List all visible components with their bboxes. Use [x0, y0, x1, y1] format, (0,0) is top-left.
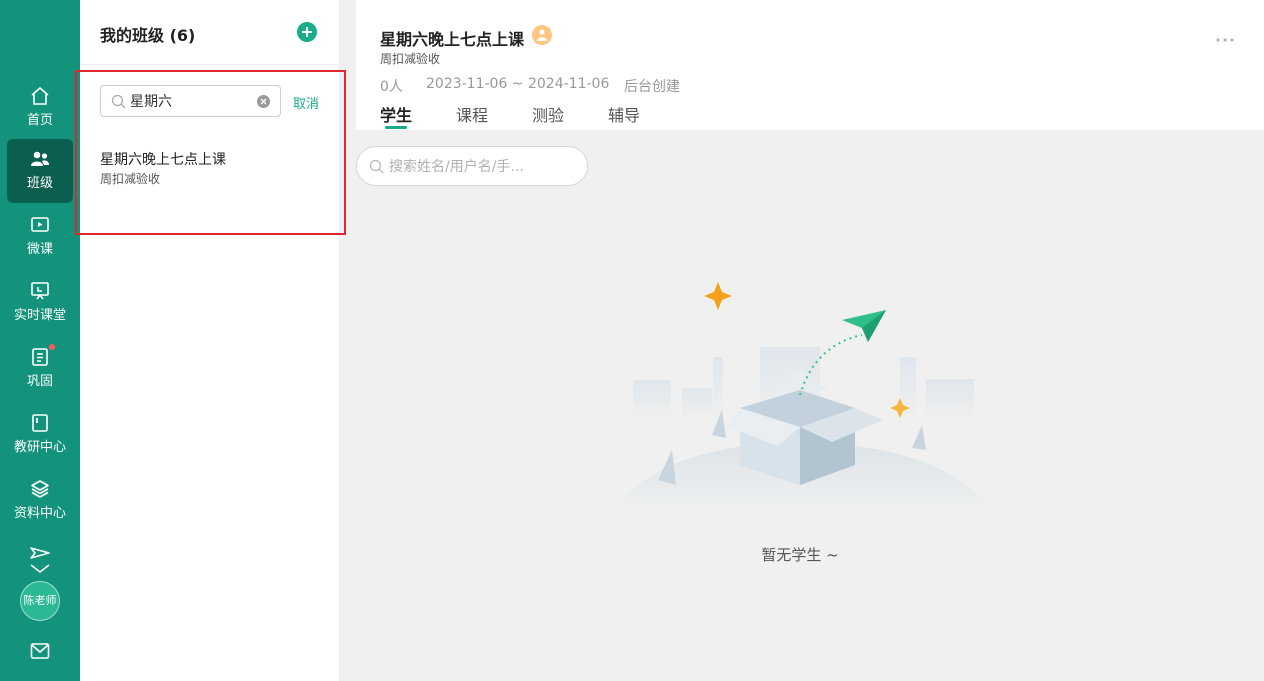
- panel-title: 我的班级 (6): [100, 26, 196, 45]
- divider: [80, 64, 339, 65]
- nav-item-class[interactable]: 班级: [7, 139, 73, 203]
- nav-item-label: 班级: [26, 176, 53, 191]
- student-search-input[interactable]: [389, 156, 577, 178]
- class-item-name: 星期六晚上七点上课: [100, 152, 226, 168]
- layers-icon: [31, 480, 49, 498]
- class-detail-header: 星期六晚上七点上课 周扣减验收 0人 2023-11-06 ~ 2024-11-…: [356, 0, 1264, 130]
- student-search-box: [356, 146, 588, 186]
- nav-item-label: 教研中心: [13, 440, 66, 455]
- empty-state-text: 暂无学生 ~: [761, 546, 839, 564]
- avatar[interactable]: 陈老师: [20, 581, 60, 621]
- class-list-panel: 我的班级 (6) 取消 星期六晚上七点上课 周扣减验收: [80, 0, 339, 681]
- active-tab-indicator: [385, 126, 407, 129]
- nav-item-live-class[interactable]: 实时课堂: [7, 271, 73, 335]
- tab-quizzes[interactable]: 测验: [532, 102, 564, 126]
- notebook-icon: [32, 348, 48, 366]
- student-count: 0人: [380, 79, 403, 95]
- nav-item-label: 巩固: [26, 374, 53, 389]
- class-subtitle: 周扣减验收: [380, 52, 441, 66]
- tab-tutoring[interactable]: 辅导: [608, 102, 640, 126]
- nav-item-consolidate[interactable]: 巩固: [7, 337, 73, 401]
- people-icon: [31, 151, 49, 166]
- nav-item-resource-center[interactable]: 资料中心: [7, 469, 73, 533]
- book-icon: [32, 414, 48, 432]
- presentation-icon: [31, 282, 49, 300]
- class-search-box: [100, 85, 281, 117]
- nav-item-label: 实时课堂: [13, 308, 66, 323]
- tab-students[interactable]: 学生: [380, 102, 412, 126]
- class-item-subtitle: 周扣减验收: [100, 172, 161, 186]
- search-icon: [111, 94, 126, 109]
- nav-item-label: 首页: [26, 113, 53, 128]
- video-icon: [31, 217, 49, 232]
- nav-item-home[interactable]: 首页: [7, 76, 73, 140]
- nav-item-research-center[interactable]: 教研中心: [7, 403, 73, 467]
- plus-icon: [302, 27, 312, 37]
- notification-dot: [49, 344, 55, 350]
- class-search-input[interactable]: [130, 90, 254, 112]
- nav-item-microcourse[interactable]: 微课: [7, 205, 73, 269]
- add-class-button[interactable]: [297, 22, 317, 42]
- class-title: 星期六晚上七点上课: [380, 30, 525, 49]
- clear-icon[interactable]: [257, 95, 270, 108]
- mail-icon: [30, 643, 50, 659]
- create-source: 后台创建: [624, 79, 680, 95]
- search-icon: [369, 159, 384, 174]
- nav-rail: 首页 班级 微课 实时课堂 巩固 教研中心 资料中心 陈老师: [0, 0, 80, 681]
- tab-courses[interactable]: 课程: [456, 102, 488, 126]
- nav-item-label: 资料中心: [13, 506, 66, 521]
- date-range: 2023-11-06 ~ 2024-11-06: [426, 76, 610, 92]
- empty-box-illustration: [618, 282, 988, 510]
- nav-item-label: 微课: [26, 242, 53, 257]
- teacher-badge-icon: [532, 25, 552, 45]
- class-list-item[interactable]: 星期六晚上七点上课 周扣减验收: [100, 150, 320, 194]
- home-icon: [31, 87, 49, 105]
- cancel-button[interactable]: 取消: [293, 93, 319, 112]
- more-icon[interactable]: [1216, 38, 1234, 42]
